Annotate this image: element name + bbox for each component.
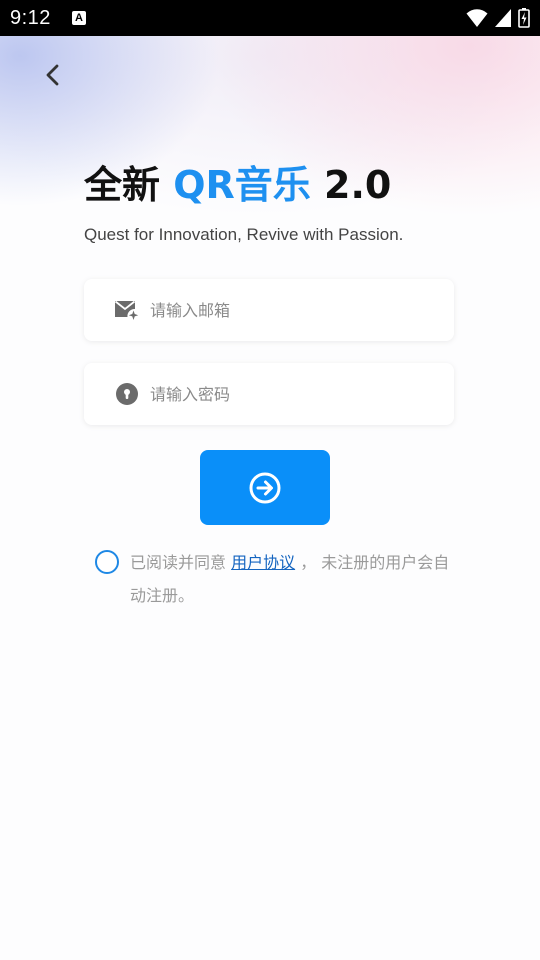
- wifi-icon: [466, 9, 488, 27]
- submit-button[interactable]: [200, 450, 330, 525]
- page-subtitle: Quest for Innovation, Revive with Passio…: [84, 225, 404, 244]
- lock-icon: [114, 381, 140, 407]
- status-bar: 9:12 A: [0, 0, 540, 36]
- password-input[interactable]: [150, 384, 410, 404]
- mail-icon: [114, 297, 140, 323]
- email-input[interactable]: [150, 300, 410, 320]
- agreement-text-before: 已阅读并同意: [130, 553, 232, 572]
- page-title: 全新 QR音乐 2.0: [84, 160, 391, 210]
- user-agreement-link[interactable]: 用户协议: [231, 553, 295, 572]
- agreement-text: 已阅读并同意 用户协议 ， 未注册的用户会自动注册。: [130, 546, 450, 612]
- agreement-checkbox[interactable]: [95, 550, 119, 574]
- status-icons: [466, 8, 530, 28]
- email-field-container: [84, 279, 454, 341]
- title-prefix: 全新: [84, 163, 174, 207]
- title-accent: QR音乐: [173, 163, 311, 207]
- arrow-right-circle-icon: [249, 472, 281, 503]
- status-time: 9:12: [10, 7, 51, 29]
- password-field-container: [84, 363, 454, 425]
- signal-icon: [495, 9, 511, 27]
- title-suffix: 2.0: [310, 163, 392, 207]
- chevron-left-icon: [46, 64, 59, 86]
- notification-icon: A: [72, 11, 86, 25]
- back-button[interactable]: [36, 58, 70, 92]
- battery-charging-icon: [518, 8, 530, 28]
